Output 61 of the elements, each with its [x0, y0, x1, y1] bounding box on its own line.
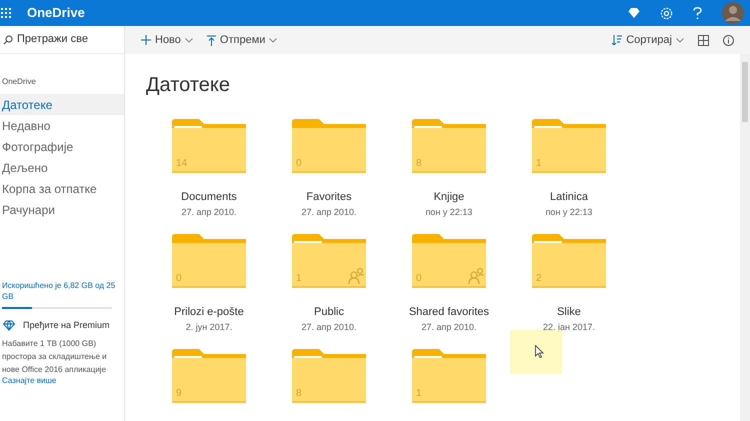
storage-text: Искоришћено је 6,82 GB од 25 GB: [1, 280, 116, 302]
folder-name[interactable]: Shared favorites: [408, 304, 490, 320]
folder-name[interactable]: Documents: [181, 189, 237, 206]
folder-date: 27. апр 2010.: [302, 206, 356, 219]
folder-icon[interactable]: [171, 118, 247, 174]
nav-item[interactable]: Фотографије: [0, 136, 124, 157]
folder-date: пон у 22:13: [426, 206, 472, 219]
folder-icon[interactable]: [291, 233, 367, 289]
folder-icon[interactable]: [411, 233, 487, 289]
avatar-icon[interactable]: [722, 2, 744, 24]
sort-button[interactable]: Сортирај: [612, 32, 684, 48]
nav-item[interactable]: Недавно: [0, 115, 124, 136]
scrollbar[interactable]: [740, 54, 750, 421]
folder-name[interactable]: Favorites: [306, 189, 352, 206]
search-field[interactable]: Претражи све: [17, 31, 117, 48]
learn-more-link[interactable]: Сазнајте више: [0, 376, 56, 386]
grid-view-icon[interactable]: [698, 34, 709, 46]
help-icon[interactable]: [693, 6, 702, 20]
folder-icon[interactable]: [411, 348, 487, 404]
chevron-icon: [676, 38, 684, 42]
folder-icon[interactable]: [531, 118, 607, 174]
folder-icon[interactable]: [171, 348, 247, 404]
chevron-icon: [269, 38, 278, 42]
folder-name[interactable]: Slike: [557, 304, 581, 320]
nav-item[interactable]: Корпа за отпатке: [0, 178, 124, 199]
diamond-icon[interactable]: [628, 7, 640, 19]
page-title: Датотеке: [146, 73, 232, 98]
app-title[interactable]: OneDrive: [27, 3, 85, 23]
folder-date: 2. јун 2017.: [186, 320, 232, 334]
nav-item[interactable]: Датотеке: [0, 94, 124, 115]
upload-icon: [206, 34, 216, 46]
folder-name[interactable]: Knjige: [434, 189, 464, 206]
folder-date: 27. апр 2010.: [182, 206, 236, 219]
cursor-icon: [535, 345, 544, 358]
search-icon: [3, 34, 13, 44]
premium-title[interactable]: Пређите на Premium: [23, 319, 110, 332]
folder-icon[interactable]: [291, 118, 367, 174]
folder-date: 22. јан 2017.: [542, 320, 595, 334]
app-launcher-icon[interactable]: [1, 8, 11, 18]
folder-name[interactable]: Prilozi e-pošte: [174, 304, 244, 320]
plus-icon: [141, 35, 151, 45]
folder-date: 27. апр 2010.: [302, 320, 356, 334]
folder-icon[interactable]: [291, 348, 367, 404]
folder-icon[interactable]: [531, 233, 607, 289]
upload-button[interactable]: Отпреми: [206, 32, 278, 48]
diamond-icon: [3, 320, 15, 332]
folder-name[interactable]: Latinica: [550, 189, 588, 206]
folder-name[interactable]: Public: [314, 304, 344, 320]
new-button[interactable]: Ново: [141, 32, 193, 48]
nav-item[interactable]: Рачунари: [0, 199, 124, 220]
sidebar-heading: OneDrive: [1, 76, 37, 88]
chevron-icon: [184, 38, 193, 42]
info-icon[interactable]: [723, 34, 734, 46]
folder-date: 27. апр 2010.: [422, 320, 476, 334]
folder-date: пон у 22:13: [546, 206, 592, 219]
folder-icon[interactable]: [411, 118, 487, 174]
sort-icon: [612, 35, 622, 45]
folder-icon[interactable]: [171, 233, 247, 289]
premium-description: Набавите 1 TB (1000 GB) простора за складиштење и нове Office 2016 апликације: [1, 338, 108, 376]
nav-item[interactable]: Дељено: [0, 157, 124, 178]
settings-icon[interactable]: [660, 6, 673, 20]
